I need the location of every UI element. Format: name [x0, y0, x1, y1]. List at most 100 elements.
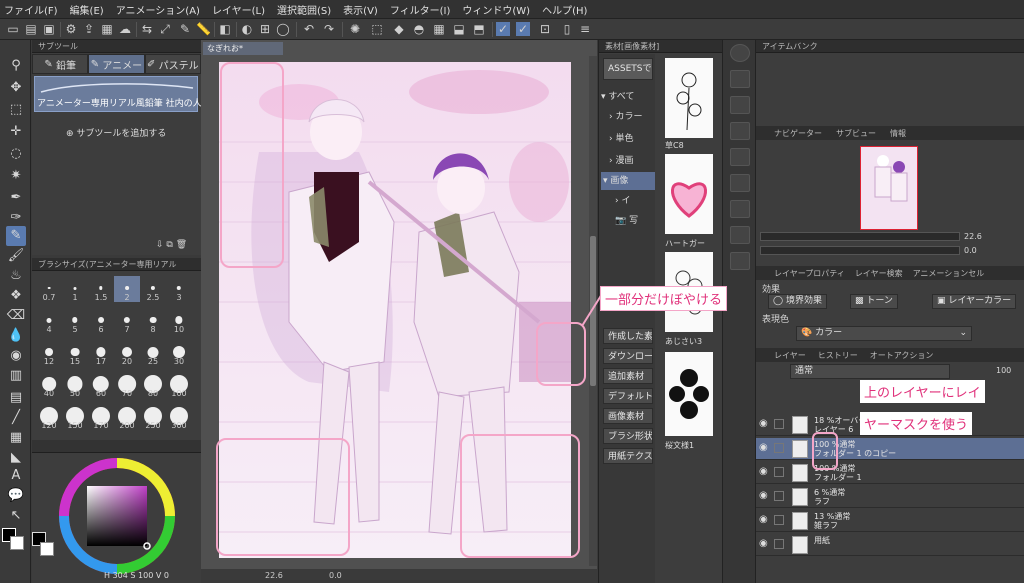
lock-toggle[interactable]	[774, 419, 784, 429]
chart-icon[interactable]	[730, 252, 750, 270]
tab-layer-search[interactable]: レイヤー検索	[855, 268, 903, 279]
export-icon[interactable]: ⇪	[82, 22, 96, 36]
menu-more-icon[interactable]: ≡	[578, 22, 592, 36]
eyedropper-tool-icon[interactable]: ✒	[6, 188, 26, 208]
menu-help[interactable]: ヘルプ(H)	[542, 2, 587, 17]
secondary-color-swatch[interactable]	[40, 542, 54, 556]
deselect-icon[interactable]: ⬚	[370, 22, 384, 36]
shrink-icon[interactable]: ⬒	[472, 22, 486, 36]
layer-icon[interactable]	[730, 174, 750, 192]
text-tool-icon[interactable]: A	[6, 466, 26, 486]
ruler-tool-icon[interactable]: ◣	[6, 448, 26, 468]
expand-icon[interactable]: ⬓	[452, 22, 466, 36]
lasso-icon[interactable]: ◯	[276, 22, 290, 36]
layer-row[interactable]: ◉ 6 %通常 ラフ	[756, 486, 1024, 508]
navigator-zoom-slider[interactable]	[760, 232, 960, 241]
effect-layer-color-button[interactable]: ▣ レイヤーカラー	[932, 294, 1017, 309]
grid-icon[interactable]: ▦	[432, 22, 446, 36]
folder-icon[interactable]	[730, 70, 750, 88]
correct-line-tool-icon[interactable]: ↖	[6, 506, 26, 526]
zoom-tool-icon[interactable]: ⚲	[6, 56, 26, 76]
brush-size-option[interactable]: 70	[114, 372, 140, 398]
navigator-thumbnail[interactable]	[860, 146, 918, 230]
object-tool-icon[interactable]: ✛	[6, 122, 26, 142]
eye-icon[interactable]: ◉	[759, 466, 768, 477]
frame-icon[interactable]	[730, 200, 750, 218]
undo-icon[interactable]: ↶	[302, 22, 316, 36]
airbrush-tool-icon[interactable]: ♨	[6, 266, 26, 286]
brush-size-option[interactable]: 5	[62, 308, 88, 334]
tab-auto-action[interactable]: オートアクション	[870, 350, 934, 361]
brush-size-option[interactable]: 8	[140, 308, 166, 334]
eye-icon[interactable]: ◉	[759, 418, 768, 429]
brush-tool-icon[interactable]: 🖌	[6, 246, 26, 266]
tree-item-color[interactable]: › カラー	[601, 108, 655, 126]
layer-row[interactable]: ◉ 13 %通常 雑ラフ	[756, 510, 1024, 532]
pen-tool-icon[interactable]: ✑	[6, 208, 26, 228]
layer-new-icon[interactable]: ◧	[218, 22, 232, 36]
brush-size-option[interactable]: 25	[140, 340, 166, 366]
tab-animation-cel[interactable]: アニメーションセル	[913, 268, 985, 279]
assets-icon[interactable]	[730, 44, 750, 62]
brush-size-option[interactable]: 170	[88, 404, 114, 430]
brush-size-option[interactable]: 10	[166, 308, 192, 334]
brush-size-option[interactable]: 2	[114, 276, 140, 302]
print-icon[interactable]: ▦	[100, 22, 114, 36]
menu-animation[interactable]: アニメーション(A)	[116, 2, 200, 17]
figure-tool-icon[interactable]: ▤	[6, 388, 26, 408]
image-icon[interactable]	[730, 148, 750, 166]
magic-wand-tool-icon[interactable]: ✷	[6, 166, 26, 186]
canvas-zoom-value[interactable]: 22.6	[265, 571, 283, 580]
snap-grid-icon[interactable]: ⊡	[538, 22, 552, 36]
select-tool-icon[interactable]: ⬚	[6, 100, 26, 120]
close-x-icon[interactable]	[730, 122, 750, 140]
navigator-rotation-value[interactable]: 0.0	[964, 246, 977, 255]
tree-item-photo[interactable]: 📷 写	[601, 212, 655, 230]
brush-size-option[interactable]: 30	[166, 340, 192, 366]
tab-history[interactable]: ヒストリー	[818, 350, 858, 361]
material-btn-created[interactable]: 作成した素	[603, 328, 653, 344]
material-thumb-heart[interactable]	[665, 154, 713, 234]
open-file-icon[interactable]: ▤	[24, 22, 38, 36]
snap-special-icon[interactable]: ✓	[516, 22, 530, 36]
frame-tool-icon[interactable]: ▦	[6, 428, 26, 448]
brush-preset-item[interactable]: アニメーター専用リアル風鉛筆 社内の人	[34, 76, 202, 112]
lock-toggle[interactable]	[774, 443, 784, 453]
navigator-rotation-slider[interactable]	[760, 246, 960, 255]
menu-edit[interactable]: 編集(E)	[70, 2, 104, 17]
menu-layer[interactable]: レイヤー(L)	[212, 2, 265, 17]
new-file-icon[interactable]: ▭	[6, 22, 20, 36]
tab-animator[interactable]: ✎ アニメー	[88, 54, 145, 74]
lasso-tool-icon[interactable]: ◌	[6, 144, 26, 164]
snap-ruler-icon[interactable]: ✓	[496, 22, 510, 36]
brush-size-option[interactable]: 50	[62, 372, 88, 398]
brush-size-option[interactable]: 20	[114, 340, 140, 366]
balloon-tool-icon[interactable]: 💬	[6, 486, 26, 506]
expression-color-select[interactable]: 🎨 カラー ⌄	[796, 326, 972, 341]
tab-pastel[interactable]: ✐ パステル	[144, 54, 201, 74]
brush-size-option[interactable]: 60	[88, 372, 114, 398]
page-icon[interactable]	[730, 226, 750, 244]
document-tab[interactable]: なぎれお*	[203, 42, 283, 55]
decoration-tool-icon[interactable]: ❖	[6, 286, 26, 306]
sub-color-swatch[interactable]	[10, 536, 24, 550]
layer-row[interactable]: ◉ 用紙	[756, 534, 1024, 556]
menu-filter[interactable]: フィルター(I)	[390, 2, 451, 17]
menu-view[interactable]: 表示(V)	[343, 2, 378, 17]
brush-size-option[interactable]: 6	[88, 308, 114, 334]
color-fill-icon[interactable]: ◐	[240, 22, 254, 36]
ruler-icon[interactable]: 📏	[196, 22, 211, 36]
material-btn-brush-shape[interactable]: ブラシ形状	[603, 428, 653, 444]
eye-icon[interactable]: ◉	[759, 490, 768, 501]
material-icon[interactable]	[730, 96, 750, 114]
brush-size-option[interactable]: 17	[88, 340, 114, 366]
tab-subview[interactable]: サブビュー	[836, 128, 876, 139]
lock-toggle[interactable]	[774, 491, 784, 501]
tree-item-image[interactable]: ▾ 画像	[601, 172, 655, 190]
brush-size-option[interactable]: 150	[62, 404, 88, 430]
redo-icon[interactable]: ↷	[322, 22, 336, 36]
subtool-footer-icons[interactable]: ⇩ ⧉ 🗑	[156, 240, 187, 250]
brush-size-option[interactable]: 0.7	[36, 276, 62, 302]
assets-button[interactable]: ASSETSで	[603, 58, 653, 80]
layer-opacity-value[interactable]: 100	[996, 366, 1011, 375]
